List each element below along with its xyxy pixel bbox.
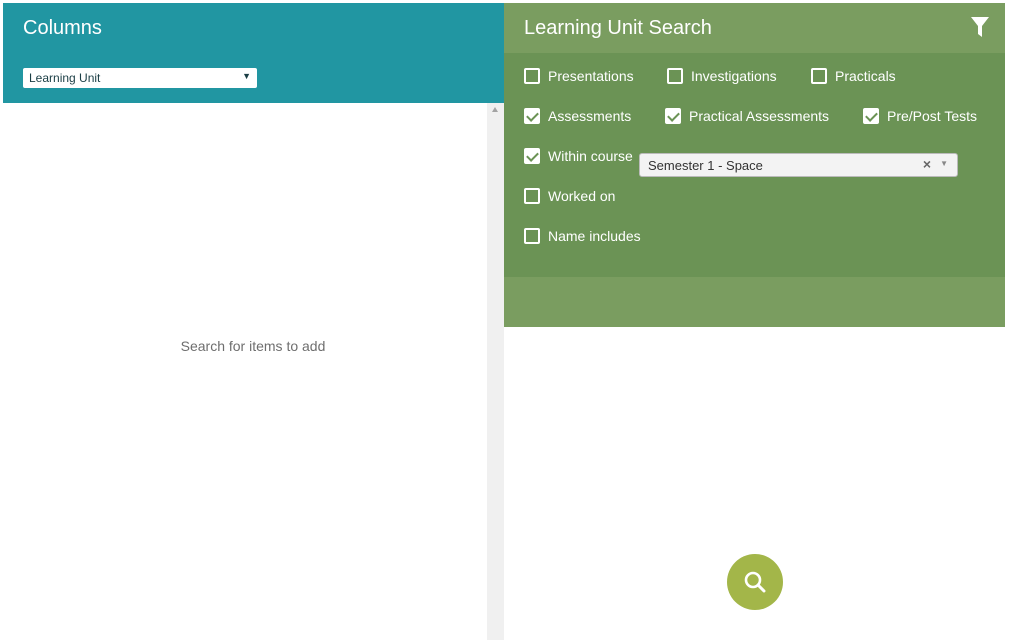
filter-presentations[interactable]: Presentations — [524, 68, 634, 84]
course-select[interactable]: Semester 1 - Space × ▼ — [639, 153, 958, 177]
filter-label: Presentations — [548, 68, 634, 84]
columns-panel: Columns Learning Unit ▼ Search for items… — [3, 3, 504, 640]
course-select-value: Semester 1 - Space — [648, 158, 763, 173]
filter-practical-assessments[interactable]: Practical Assessments — [665, 108, 829, 124]
checkbox[interactable] — [524, 188, 540, 204]
filter-icon[interactable] — [971, 17, 989, 37]
columns-list — [3, 103, 487, 640]
checkbox[interactable] — [665, 108, 681, 124]
checkbox[interactable] — [524, 108, 540, 124]
filter-name-includes[interactable]: Name includes — [524, 228, 641, 244]
columns-title: Columns — [23, 17, 102, 39]
columns-header: Columns Learning Unit ▼ — [3, 3, 504, 103]
search-filters: Presentations Investigations Practicals … — [504, 53, 1005, 277]
filter-label: Name includes — [548, 228, 641, 244]
chevron-down-icon[interactable]: ▼ — [940, 159, 948, 168]
checkbox[interactable] — [863, 108, 879, 124]
filter-investigations[interactable]: Investigations — [667, 68, 777, 84]
column-type-value: Learning Unit — [29, 71, 101, 85]
filter-within-course[interactable]: Within course — [524, 148, 633, 164]
checkbox[interactable] — [524, 68, 540, 84]
filter-worked-on[interactable]: Worked on — [524, 188, 615, 204]
app-root: Columns Learning Unit ▼ Search for items… — [0, 0, 1009, 640]
checkbox[interactable] — [524, 228, 540, 244]
columns-scrollbar[interactable] — [487, 103, 504, 640]
filter-label: Pre/Post Tests — [887, 108, 978, 124]
filter-label: Investigations — [691, 68, 777, 84]
clear-icon[interactable]: × — [923, 156, 931, 172]
search-icon — [744, 571, 766, 593]
filter-label: Practical Assessments — [689, 108, 830, 124]
filter-label: Practicals — [835, 68, 896, 84]
search-title: Learning Unit Search — [524, 17, 712, 39]
search-button[interactable] — [727, 554, 783, 610]
filter-label: Assessments — [548, 108, 632, 124]
checkbox[interactable] — [811, 68, 827, 84]
checkbox[interactable] — [667, 68, 683, 84]
checkbox[interactable] — [524, 148, 540, 164]
empty-state-text: Search for items to add — [180, 338, 326, 354]
scroll-up-icon[interactable] — [492, 107, 498, 112]
column-type-select[interactable]: Learning Unit ▼ — [23, 68, 257, 88]
search-panel: Learning Unit Search Presentations Inves… — [504, 3, 1005, 327]
filter-practicals[interactable]: Practicals — [811, 68, 896, 84]
filter-assessments[interactable]: Assessments — [524, 108, 631, 124]
filter-label: Worked on — [548, 188, 616, 204]
filter-pre-post-tests[interactable]: Pre/Post Tests — [863, 108, 977, 124]
filter-label: Within course — [548, 148, 633, 164]
chevron-down-icon: ▼ — [242, 71, 251, 81]
search-header: Learning Unit Search — [504, 3, 1005, 53]
